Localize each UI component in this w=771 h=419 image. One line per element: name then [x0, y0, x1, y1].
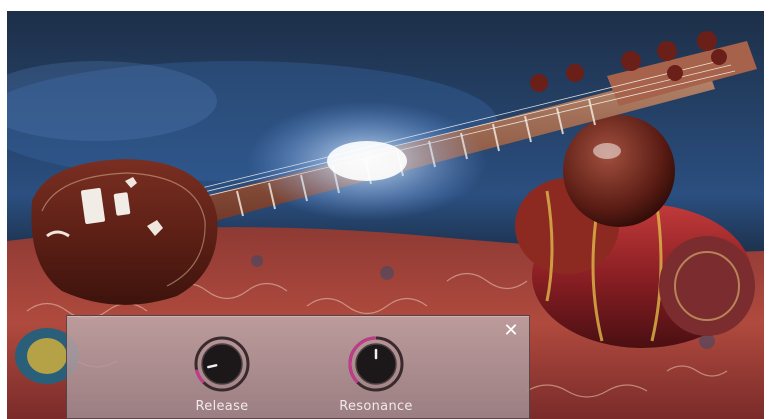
resonance-label: Resonance [339, 399, 413, 414]
release-knob-indicator [207, 364, 218, 369]
instrument-background: ✕ Release Resonance [7, 11, 764, 419]
release-knob-arc [195, 369, 205, 384]
resonance-knob[interactable] [346, 334, 406, 394]
release-label: Release [195, 399, 249, 414]
control-panel: ✕ Release Resonance [66, 315, 530, 419]
close-icon[interactable]: ✕ [502, 322, 520, 340]
release-knob[interactable] [192, 334, 252, 394]
